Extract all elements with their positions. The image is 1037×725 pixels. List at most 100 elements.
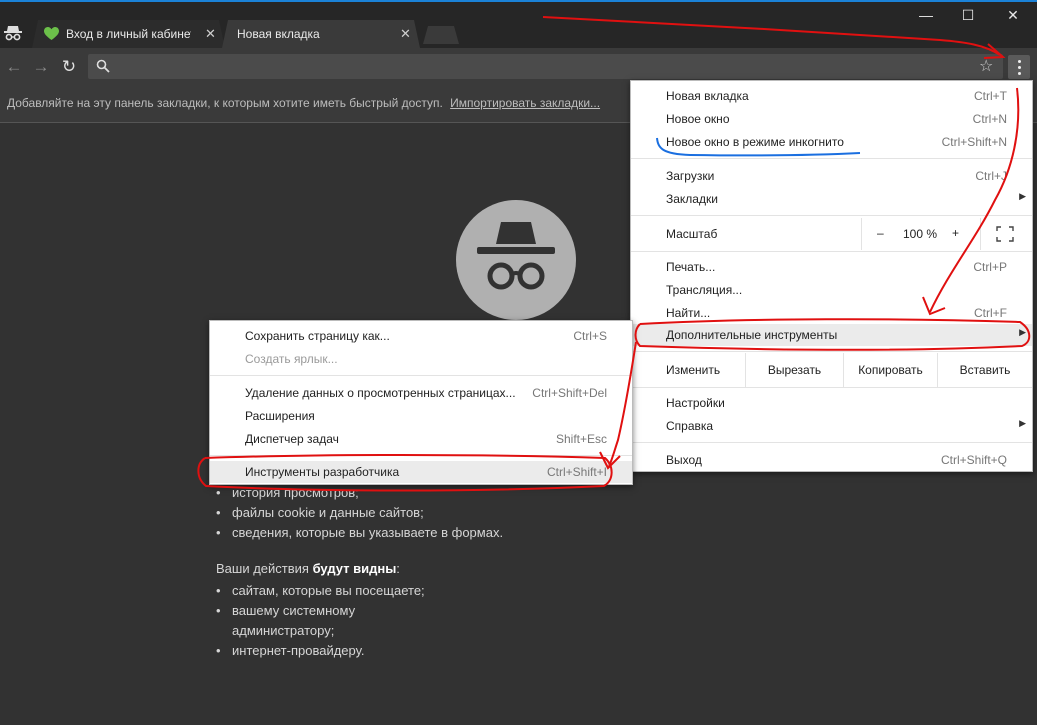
tab-close-icon[interactable]: ✕ [400, 26, 411, 42]
menu-item-label: Загрузки [666, 169, 715, 183]
import-bookmarks-link[interactable]: Импортировать закладки... [450, 96, 600, 110]
close-window-button[interactable]: ✕ [1000, 4, 1026, 26]
menu-item-label: Новая вкладка [666, 89, 749, 103]
menu-separator [631, 158, 1032, 159]
menu-item-shortcut: Ctrl+J [975, 169, 1007, 183]
fullscreen-icon[interactable] [996, 226, 1014, 242]
menu-separator [631, 351, 1032, 352]
menu-item-label: Найти... [666, 306, 711, 320]
para-text: Ваши действия [216, 561, 313, 576]
menu-item-label: Новое окно в режиме инкогнито [666, 135, 844, 149]
reload-icon[interactable]: ↻ [58, 56, 80, 78]
menu-item-more-tools[interactable]: Дополнительные инструменты ▶ [631, 324, 1032, 346]
menu-item-shortcut: Ctrl+N [972, 112, 1007, 126]
menu-item-label: Настройки [666, 396, 725, 410]
menu-item-shortcut: Ctrl+Shift+N [941, 135, 1007, 149]
menu-item-zoom: Масштаб – 100 % + [631, 218, 1032, 250]
zoom-controls: – 100 % + [861, 218, 981, 250]
more-tools-submenu: Сохранить страницу как... Ctrl+S Создать… [209, 320, 633, 485]
menu-item-shortcut: Shift+Esc [555, 432, 607, 446]
list-item: история просмотров; [216, 483, 616, 503]
menu-item-bookmarks[interactable]: Закладки ▶ [631, 188, 1032, 210]
list-item: вашему системному администратору; [216, 601, 396, 641]
submenu-item-create-shortcut[interactable]: Создать ярлык... [210, 348, 632, 370]
menu-item-label: Трансляция... [666, 283, 743, 297]
submenu-item-task-manager[interactable]: Диспетчер задач Shift+Esc [210, 428, 632, 450]
maximize-button[interactable]: ☐ [955, 4, 981, 26]
forward-icon[interactable]: → [30, 56, 52, 78]
menu-item-cast[interactable]: Трансляция... [631, 279, 1032, 301]
menu-item-label: Печать... [666, 260, 716, 274]
tab-close-icon[interactable]: ✕ [205, 26, 216, 42]
visible-to-list: сайтам, которые вы посещаете; вашему сис… [216, 581, 616, 661]
zoom-out-button[interactable]: – [877, 226, 884, 240]
zoom-in-button[interactable]: + [952, 226, 959, 240]
bookmark-star-icon[interactable]: ☆ [979, 56, 993, 76]
incognito-icon [4, 26, 22, 41]
search-icon [96, 59, 110, 73]
menu-item-shortcut: Ctrl+Shift+Q [940, 453, 1007, 467]
submenu-item-save-page[interactable]: Сохранить страницу как... Ctrl+S [210, 325, 632, 347]
menu-item-label: Новое окно [666, 112, 730, 126]
tab-new-tab[interactable]: Новая вкладка ✕ [222, 20, 420, 48]
menu-item-shortcut: Ctrl+Shift+Del [532, 386, 607, 400]
tab-title: Вход в личный кабинет [66, 27, 191, 41]
incognito-icon [477, 222, 555, 290]
menu-item-print[interactable]: Печать... Ctrl+P [631, 256, 1032, 278]
list-item: файлы cookie и данные сайтов; [216, 503, 616, 523]
menu-item-help[interactable]: Справка ▶ [631, 415, 1032, 437]
menu-separator [631, 251, 1032, 252]
minimize-button[interactable]: — [913, 4, 939, 26]
submenu-item-dev-tools[interactable]: Инструменты разработчика Ctrl+Shift+I [210, 461, 632, 483]
submenu-arrow-icon: ▶ [1019, 327, 1026, 337]
menu-item-shortcut: Ctrl+T [974, 89, 1007, 103]
tab-login[interactable]: Вход в личный кабинет ✕ [32, 20, 225, 48]
menu-item-label: Закладки [666, 192, 718, 206]
menu-item-exit[interactable]: Выход Ctrl+Shift+Q [631, 449, 1032, 471]
menu-item-downloads[interactable]: Загрузки Ctrl+J [631, 165, 1032, 187]
menu-button[interactable] [1008, 55, 1030, 79]
menu-item-label: Создать ярлык... [245, 352, 338, 366]
not-saved-list: история просмотров; файлы cookie и данны… [216, 483, 616, 543]
tab-title: Новая вкладка [237, 27, 320, 41]
title-bar: Вход в личный кабинет ✕ Новая вкладка ✕ … [0, 0, 1037, 48]
new-tab-button[interactable] [423, 26, 459, 44]
menu-item-label: Дополнительные инструменты [666, 328, 838, 342]
menu-item-new-window[interactable]: Новое окно Ctrl+N [631, 108, 1032, 130]
menu-item-settings[interactable]: Настройки [631, 392, 1032, 414]
menu-item-incognito[interactable]: Новое окно в режиме инкогнито Ctrl+Shift… [631, 131, 1032, 153]
menu-item-shortcut: Ctrl+F [974, 306, 1007, 320]
submenu-item-extensions[interactable]: Расширения [210, 405, 632, 427]
edit-label: Изменить [666, 363, 721, 377]
menu-item-find[interactable]: Найти... Ctrl+F [631, 302, 1032, 324]
incognito-logo [456, 200, 576, 320]
copy-button[interactable]: Копировать [843, 353, 937, 387]
paste-button[interactable]: Вставить [937, 353, 1032, 387]
chrome-main-menu: Новая вкладка Ctrl+T Новое окно Ctrl+N Н… [630, 80, 1033, 472]
list-item: сведения, которые вы указываете в формах… [216, 523, 616, 543]
list-item: интернет-провайдеру. [216, 641, 616, 661]
menu-item-shortcut: Ctrl+Shift+I [546, 465, 607, 479]
menu-item-new-tab[interactable]: Новая вкладка Ctrl+T [631, 85, 1032, 107]
menu-item-edit: Изменить Вырезать Копировать Вставить [631, 353, 1032, 387]
menu-item-label: Справка [666, 419, 714, 433]
zoom-label: Масштаб [666, 227, 718, 241]
menu-item-label: Удаление данных о просмотренных страница… [245, 386, 516, 400]
zoom-value: 100 % [903, 227, 938, 241]
menu-item-label: Диспетчер задач [245, 432, 339, 446]
submenu-arrow-icon: ▶ [1019, 418, 1026, 428]
menu-item-shortcut: Ctrl+P [973, 260, 1007, 274]
address-bar[interactable]: ☆ [88, 54, 1003, 79]
back-icon[interactable]: ← [3, 56, 25, 78]
menu-separator [210, 455, 632, 456]
submenu-item-clear-data[interactable]: Удаление данных о просмотренных страница… [210, 382, 632, 404]
menu-item-label: Инструменты разработчика [245, 465, 400, 479]
menu-item-label: Сохранить страницу как... [245, 329, 390, 343]
menu-item-shortcut: Ctrl+S [573, 329, 607, 343]
cut-button[interactable]: Вырезать [745, 353, 843, 387]
visible-paragraph: Ваши действия будут видны: [216, 559, 616, 579]
bookmarks-bar-text: Добавляйте на эту панель закладки, к кот… [7, 96, 443, 110]
menu-separator [631, 387, 1032, 388]
window-top-accent [0, 0, 1037, 2]
menu-item-label: Расширения [245, 409, 315, 423]
